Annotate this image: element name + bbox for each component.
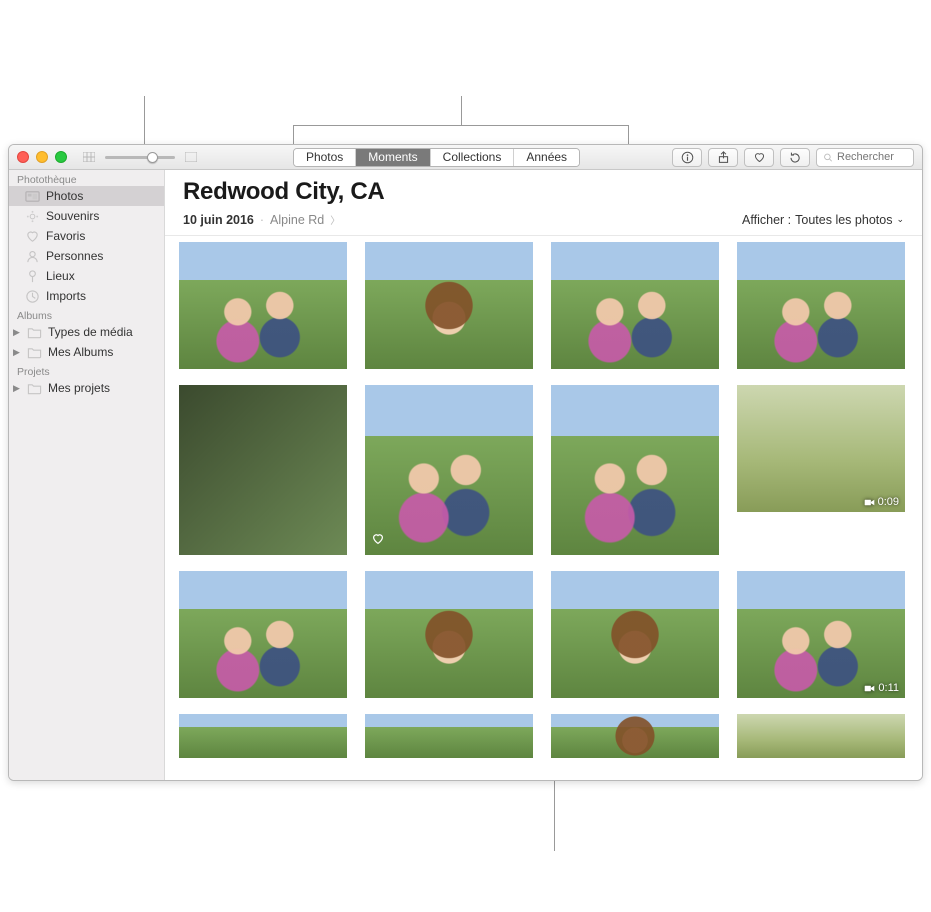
rotate-button[interactable] (780, 148, 810, 167)
moment-meta[interactable]: 10 juin 2016 · Alpine Rd 〉 (183, 212, 340, 227)
sidebar-item-mes-albums[interactable]: ▶ Mes Albums (9, 342, 164, 362)
sidebar: Photothèque Photos Souvenirs Favoris Personn… (9, 170, 165, 780)
folder-icon (27, 345, 42, 360)
main-content: Redwood City, CA 10 juin 2016 · Alpine R… (165, 170, 922, 780)
photo-thumbnail[interactable] (737, 242, 905, 369)
sidebar-item-label: Lieux (46, 269, 75, 283)
share-button[interactable] (708, 148, 738, 167)
photo-thumbnail[interactable]: 0:11 (737, 571, 905, 698)
chevron-down-icon: ⌄ (896, 214, 904, 225)
disclosure-triangle-icon[interactable]: ▶ (13, 383, 21, 394)
sidebar-item-favoris[interactable]: Favoris (9, 226, 164, 246)
thumbnail-small-icon (83, 152, 95, 162)
fullscreen-button[interactable] (55, 151, 67, 163)
photo-thumbnail[interactable] (551, 571, 719, 698)
sidebar-item-label: Personnes (46, 249, 103, 263)
person-icon (25, 249, 40, 264)
moment-date: 10 juin 2016 (183, 213, 254, 227)
pin-icon (25, 269, 40, 284)
search-icon (823, 152, 833, 163)
thumbnail-large-icon (185, 152, 197, 162)
memories-icon (25, 209, 40, 224)
filter-label: Afficher : (742, 213, 791, 227)
titlebar: PhotosMomentsCollectionsAnnées (9, 145, 922, 170)
sidebar-item-label: Imports (46, 289, 86, 303)
folder-icon (27, 325, 42, 340)
sidebar-item-lieux[interactable]: Lieux (9, 266, 164, 286)
sidebar-item-imports[interactable]: Imports (9, 286, 164, 306)
sidebar-item-label: Favoris (46, 229, 85, 243)
callout-bracket (293, 125, 629, 126)
window-controls (17, 151, 67, 163)
moment-header: Redwood City, CA (165, 170, 922, 208)
photos-icon (25, 189, 40, 204)
video-duration-badge: 0:11 (864, 682, 899, 694)
photo-thumbnail[interactable] (365, 714, 533, 758)
photo-thumbnail[interactable] (737, 714, 905, 758)
app-window: PhotosMomentsCollectionsAnnées Photothèq… (8, 144, 923, 781)
filter-value: Toutes les photos (795, 213, 892, 227)
photo-thumbnail[interactable] (551, 242, 719, 369)
photo-thumbnail[interactable] (551, 714, 719, 758)
photo-thumbnail[interactable] (365, 385, 533, 555)
moment-subheader: 10 juin 2016 · Alpine Rd 〉 Afficher : To… (165, 208, 922, 236)
favorite-button[interactable] (744, 148, 774, 167)
toolbar-actions (672, 148, 914, 167)
filter-menu[interactable]: Afficher : Toutes les photos ⌄ (742, 213, 904, 227)
sidebar-item-types-de-média[interactable]: ▶ Types de média (9, 322, 164, 342)
close-button[interactable] (17, 151, 29, 163)
view-tab-moments[interactable]: Moments (356, 149, 430, 166)
photo-thumbnail[interactable] (179, 714, 347, 758)
photo-thumbnail[interactable] (179, 242, 347, 369)
callout-line (461, 96, 462, 125)
disclosure-triangle-icon[interactable]: ▶ (13, 347, 21, 358)
photo-thumbnail[interactable] (179, 385, 347, 555)
photo-grid: 0:09 0:11 (165, 236, 922, 780)
search-input[interactable] (837, 151, 907, 163)
minimize-button[interactable] (36, 151, 48, 163)
thumbnail-zoom-slider[interactable] (105, 150, 175, 164)
heart-icon (25, 229, 40, 244)
sidebar-item-label: Photos (46, 189, 83, 203)
favorite-badge-icon (371, 532, 385, 551)
moment-title: Redwood City, CA (183, 178, 904, 206)
view-tab-années[interactable]: Années (514, 149, 579, 166)
photo-thumbnail[interactable]: 0:09 (737, 385, 905, 512)
folder-icon (27, 381, 42, 396)
callout-line (554, 781, 555, 851)
photo-thumbnail[interactable] (365, 571, 533, 698)
sidebar-item-souvenirs[interactable]: Souvenirs (9, 206, 164, 226)
sidebar-item-label: Types de média (48, 325, 133, 339)
view-tab-photos[interactable]: Photos (294, 149, 356, 166)
callout-line (144, 96, 145, 144)
photo-thumbnail[interactable] (179, 571, 347, 698)
sidebar-item-label: Mes Albums (48, 345, 113, 359)
sidebar-item-personnes[interactable]: Personnes (9, 246, 164, 266)
view-tab-collections[interactable]: Collections (431, 149, 515, 166)
sidebar-item-label: Mes projets (48, 381, 110, 395)
sidebar-item-mes-projets[interactable]: ▶ Mes projets (9, 378, 164, 398)
sidebar-item-photos[interactable]: Photos (9, 186, 164, 206)
info-button[interactable] (672, 148, 702, 167)
sidebar-item-label: Souvenirs (46, 209, 99, 223)
photo-thumbnail[interactable] (551, 385, 719, 555)
view-tabs: PhotosMomentsCollectionsAnnées (293, 148, 580, 167)
disclosure-triangle-icon[interactable]: ▶ (13, 327, 21, 338)
chevron-right-icon: 〉 (330, 212, 340, 227)
moment-location: Alpine Rd (270, 213, 324, 227)
search-field[interactable] (816, 148, 914, 167)
video-duration-badge: 0:09 (864, 496, 899, 508)
sidebar-section-header: Projets (9, 362, 164, 378)
sidebar-section-header: Albums (9, 306, 164, 322)
clock-icon (25, 289, 40, 304)
sidebar-section-header: Photothèque (9, 170, 164, 186)
photo-thumbnail[interactable] (365, 242, 533, 369)
